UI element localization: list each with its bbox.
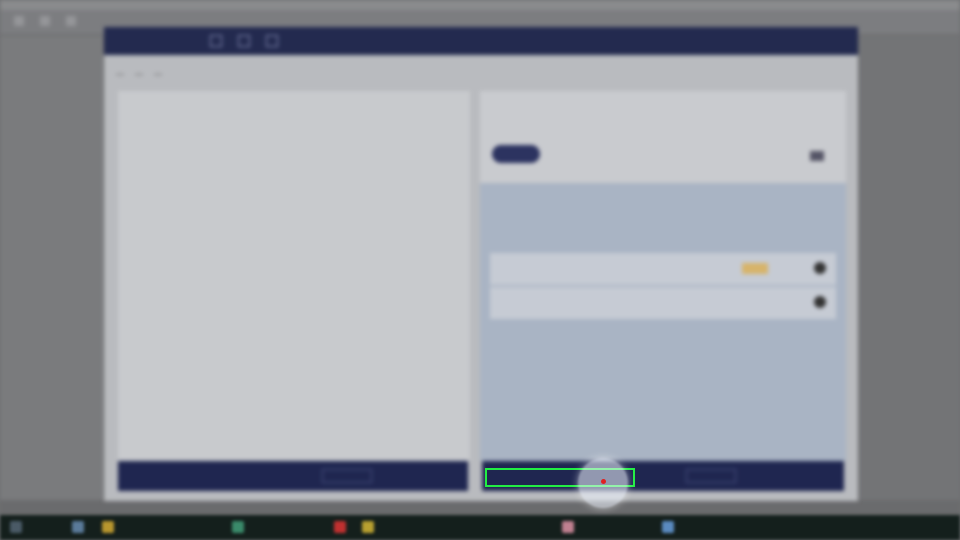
app-icon[interactable] [362, 521, 374, 533]
modal-control-button[interactable] [266, 35, 278, 47]
modal-dialog [104, 27, 858, 501]
result-header-card [480, 91, 846, 183]
list-item[interactable] [490, 253, 836, 285]
list-item[interactable] [490, 287, 836, 319]
result-action-control[interactable] [686, 469, 736, 483]
app-icon[interactable] [72, 521, 84, 533]
breadcrumb-item[interactable] [116, 70, 124, 75]
item-menu-icon[interactable] [814, 296, 826, 308]
modal-control-button[interactable] [210, 35, 222, 47]
toolbar-button[interactable] [40, 16, 50, 26]
item-menu-icon[interactable] [814, 262, 826, 274]
result-panel [480, 91, 846, 461]
taskbar [0, 515, 960, 540]
toolbar-button[interactable] [14, 16, 24, 26]
start-icon[interactable] [10, 521, 22, 533]
right-panel [858, 36, 960, 506]
breadcrumb-item[interactable] [153, 70, 162, 75]
window-titlebar [0, 0, 960, 10]
toolbar-button[interactable] [66, 16, 76, 26]
editor-action-bar [118, 461, 468, 491]
sidebar [0, 36, 104, 506]
query-editor[interactable] [118, 91, 470, 461]
editor-action-control[interactable] [322, 469, 372, 483]
status-bar [0, 500, 960, 515]
breadcrumb-item[interactable] [134, 70, 143, 75]
app-icon[interactable] [662, 521, 674, 533]
app-icon[interactable] [334, 521, 346, 533]
status-badge [742, 263, 768, 274]
modal-control-button[interactable] [238, 35, 250, 47]
app-icon[interactable] [232, 521, 244, 533]
breadcrumb [116, 67, 170, 85]
toggle-switch[interactable] [492, 145, 540, 163]
folder-icon[interactable] [102, 521, 114, 533]
modal-titlebar [104, 27, 858, 55]
cursor-pointer-icon [601, 479, 606, 484]
expand-icon[interactable] [810, 151, 824, 161]
app-icon[interactable] [562, 521, 574, 533]
